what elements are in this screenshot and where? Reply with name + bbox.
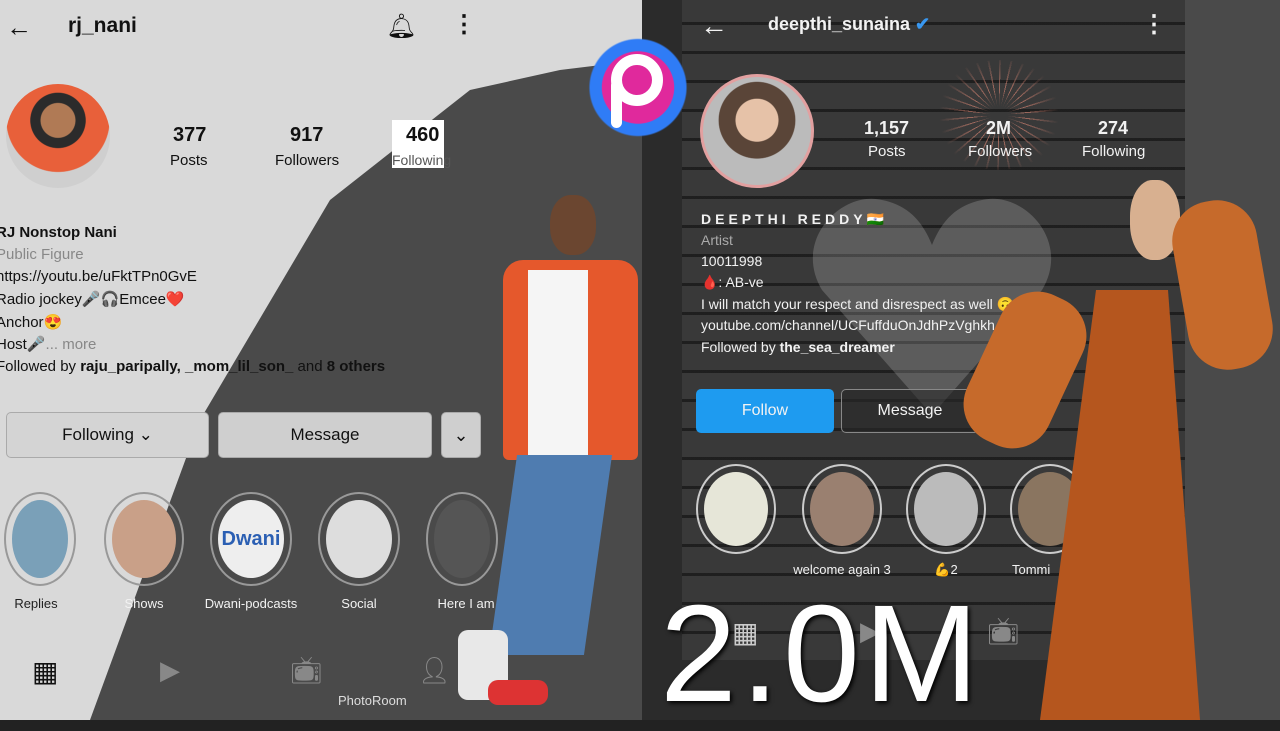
bio-line: Host🎤 [0, 336, 46, 353]
highlight-label: welcome again 3 [793, 562, 891, 577]
follow-button[interactable]: Follow [696, 389, 834, 433]
followed-by-users[interactable]: the_sea_dreamer [780, 339, 895, 355]
bio-line-host: Host🎤... more [0, 335, 96, 353]
bio-line: Anchor😍 [0, 314, 63, 331]
followers-label[interactable]: Followers [275, 152, 339, 169]
username: rj_nani [68, 14, 137, 37]
followed-by[interactable]: Followed by the_sea_dreamer [701, 339, 895, 355]
highlight-shows[interactable] [104, 492, 184, 586]
tagged-tab-icon[interactable]: 👤︎ [418, 655, 451, 686]
display-name: RJ Nonstop Nani [0, 224, 117, 241]
woman-photo [950, 180, 1280, 720]
posts-count: 377 [173, 124, 207, 146]
category: Artist [701, 232, 733, 248]
avatar[interactable] [6, 84, 110, 188]
message-button[interactable]: Message [218, 412, 432, 458]
bio-line: 10011998 [701, 253, 763, 269]
highlight-welcome-again-3[interactable] [802, 464, 882, 554]
highlight-social[interactable] [318, 492, 400, 586]
followed-by-others[interactable]: 8 others [327, 358, 385, 375]
followed-by-prefix: Followed by [0, 358, 81, 375]
highlight-dwani-badge: Dwani [218, 500, 284, 578]
highlight-label: Replies [14, 596, 58, 611]
username-row: deepthi_sunaina ✔︎ [768, 14, 930, 35]
posts-label: Posts [170, 152, 208, 169]
followed-by-users[interactable]: raju_paripally, _mom_lil_son_ [80, 358, 293, 375]
highlight-replies[interactable] [4, 492, 76, 586]
highlight-label: Social [341, 596, 377, 611]
highlight[interactable] [696, 464, 776, 554]
following-label: Following [392, 152, 452, 168]
following-count[interactable]: 274 [1098, 118, 1128, 139]
man-photo [458, 190, 643, 710]
following-button[interactable]: Following ⌄ [6, 412, 209, 458]
username: deepthi_sunaina [768, 14, 911, 34]
display-name: DEEPTHI REDDY🇮🇳 [701, 211, 889, 227]
bell-icon[interactable]: 🔔︎ [386, 12, 416, 41]
followed-by[interactable]: Followed by raju_paripally, _mom_lil_son… [0, 358, 385, 375]
bio-line: I will match your respect and disrespect… [701, 296, 1015, 312]
photoroom-watermark: PhotoRoom [338, 693, 407, 708]
grid-tab-icon[interactable]: ▦ [32, 655, 58, 688]
picsart-logo [583, 30, 693, 145]
highlight-dwani-podcasts[interactable]: Dwani [210, 492, 292, 586]
highlight-label: Shows [124, 596, 164, 611]
followers-count[interactable]: 917 [290, 124, 323, 147]
back-arrow-icon[interactable]: ← [700, 10, 728, 42]
highlight-2[interactable] [906, 464, 986, 554]
more-link[interactable]: ... more [46, 336, 97, 353]
bio-link[interactable]: https://youtu.be/uFktTPn0GvE [0, 268, 197, 285]
avatar[interactable] [700, 74, 814, 188]
followers-count[interactable]: 2M [986, 118, 1011, 139]
posts-count: 1,157 [864, 118, 910, 138]
posts-label: Posts [868, 143, 906, 160]
more-options-icon[interactable]: ⋮ [1142, 10, 1166, 39]
big-follower-count-overlay: 2.0M [660, 577, 983, 731]
igtv-tab-icon[interactable]: 📺︎ [290, 655, 323, 686]
followed-by-prefix: Followed by [701, 339, 780, 355]
following-stat[interactable]: 460 Following [392, 120, 451, 168]
back-arrow-icon[interactable]: ← [6, 12, 32, 43]
more-options-icon[interactable]: ⋮ [452, 10, 476, 39]
bio-line: 🩸: AB-ve [701, 274, 764, 290]
highlight-label: Dwani-podcasts [204, 596, 298, 611]
category: Public Figure [0, 246, 84, 263]
following-count: 460 [406, 124, 440, 146]
verified-badge-icon: ✔︎ [915, 14, 931, 34]
followed-by-and: and [293, 358, 327, 375]
bio-line: Radio jockey🎤🎧Emcee❤️ [0, 291, 185, 308]
following-label[interactable]: Following [1082, 143, 1145, 160]
reels-tab-icon[interactable]: ▶ [160, 655, 180, 686]
message-button[interactable]: Message [841, 389, 979, 433]
followers-label[interactable]: Followers [968, 143, 1032, 160]
